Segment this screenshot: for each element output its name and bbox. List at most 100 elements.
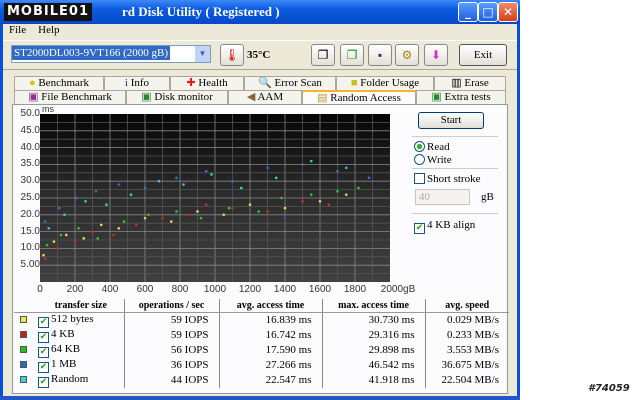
series-color-swatch xyxy=(20,361,27,368)
data-point xyxy=(147,213,150,217)
short-stroke-checkbox[interactable]: Short stroke xyxy=(414,173,480,185)
exit-button[interactable]: Exit xyxy=(459,44,507,66)
data-point xyxy=(161,216,164,220)
data-point xyxy=(336,169,339,173)
series-color-swatch xyxy=(20,331,27,338)
tab-aam[interactable]: ◀ AAM xyxy=(228,90,302,104)
options-icon[interactable]: ⚙ xyxy=(395,44,419,66)
checkbox-icon xyxy=(414,173,425,184)
start-button[interactable]: Start xyxy=(418,112,484,129)
series-checkbox[interactable]: ✔ xyxy=(38,361,49,373)
menu-bar: File Help xyxy=(3,24,517,39)
close-button[interactable]: ✕ xyxy=(498,2,518,22)
tab-disk-monitor[interactable]: ▣ Disk monitor xyxy=(126,90,228,104)
table-row: ✔ 512 bytes 59 IOPS 16.839 ms 30.730 ms 0… xyxy=(14,312,509,328)
data-point xyxy=(318,200,322,203)
radio-selected-icon xyxy=(414,141,425,152)
data-point xyxy=(187,213,191,217)
data-point xyxy=(64,233,68,237)
max-access-value: 46.542 ms xyxy=(321,357,425,373)
health-cross-icon: ✚ xyxy=(186,77,196,89)
x-tick-label: 0 xyxy=(37,284,43,295)
x-tick-label: 1000 xyxy=(203,284,227,295)
avg-access-value: 16.839 ms xyxy=(218,312,322,328)
scatter-plot xyxy=(40,114,390,282)
table-row: ✔ Random 44 IOPS 22.547 ms 41.918 ms 22.5… xyxy=(14,372,509,388)
data-point xyxy=(367,176,371,180)
data-point xyxy=(248,203,252,207)
data-point xyxy=(47,226,51,230)
avg-speed-value: 0.233 MB/s xyxy=(424,327,509,343)
drive-select[interactable]: ST2000DL003-9VT166 (2000 gB) ▼ xyxy=(11,45,211,63)
y-tick-label: 35.0 xyxy=(20,158,40,170)
x-tick-label: 600 xyxy=(136,284,154,295)
x-tick-label: 1800 xyxy=(343,284,367,295)
avg-speed-value: 3.553 MB/s xyxy=(424,342,509,358)
divider xyxy=(412,136,498,137)
data-point xyxy=(199,216,203,220)
tab-file-benchmark[interactable]: ▣ File Benchmark xyxy=(14,90,126,104)
tab-health[interactable]: ✚ Health xyxy=(170,76,244,90)
data-point xyxy=(56,247,59,250)
stroke-size-input[interactable]: 40 xyxy=(415,189,470,205)
data-point xyxy=(52,240,56,243)
post-number: #74059 xyxy=(588,383,630,394)
copy-screenshot-icon[interactable]: ❐ xyxy=(340,44,364,66)
max-access-value: 29.316 ms xyxy=(321,327,425,343)
avg-access-value: 16.742 ms xyxy=(218,327,322,343)
ops-value: 59 IOPS xyxy=(123,312,219,328)
data-point xyxy=(117,226,121,230)
avg-speed-value: 36.675 MB/s xyxy=(424,357,509,373)
series-checkbox[interactable]: ✔ xyxy=(38,376,49,388)
data-point xyxy=(157,179,161,183)
data-point xyxy=(204,203,208,207)
col-ops: operations / sec xyxy=(123,299,219,313)
data-point xyxy=(266,210,269,213)
write-radio[interactable]: Write xyxy=(414,154,452,166)
save-icon[interactable]: ▪ xyxy=(368,44,392,66)
results-table: transfer size operations / sec avg. acce… xyxy=(14,299,509,388)
menu-file[interactable]: File xyxy=(9,24,26,36)
data-point xyxy=(59,233,63,237)
tab-erase[interactable]: ▥ Erase xyxy=(434,76,506,90)
y-tick-label: 40.0 xyxy=(20,141,40,153)
avg-speed-value: 22.504 MB/s xyxy=(424,372,509,388)
tab-error-scan[interactable]: 🔍 Error Scan xyxy=(244,76,336,90)
data-point xyxy=(96,237,100,240)
col-avg-speed: avg. speed xyxy=(424,299,509,313)
col-max-access: max. access time xyxy=(321,299,425,313)
menu-help[interactable]: Help xyxy=(38,24,59,36)
chevron-down-icon[interactable]: ▼ xyxy=(195,46,210,62)
4kb-align-checkbox[interactable]: ✔ 4 KB align xyxy=(414,219,475,234)
table-row: ✔ 4 KB 59 IOPS 16.742 ms 29.316 ms 0.233 … xyxy=(14,327,509,343)
tab-benchmark[interactable]: ● Benchmark xyxy=(14,76,104,90)
y-axis-unit: ms xyxy=(42,104,54,114)
copy-text-icon[interactable]: ❐ xyxy=(311,44,335,66)
tab-folder-usage[interactable]: ■ Folder Usage xyxy=(336,76,434,90)
data-point xyxy=(327,203,331,207)
maximize-button[interactable]: □ xyxy=(478,2,498,22)
tab-extra-tests[interactable]: ▣ Extra tests xyxy=(416,90,506,104)
data-point xyxy=(45,243,49,247)
tab-random-access[interactable]: ▤ Random Access xyxy=(302,90,416,104)
data-point xyxy=(112,233,115,237)
read-radio[interactable]: Read xyxy=(414,141,450,153)
series-checkbox[interactable]: ✔ xyxy=(38,346,49,358)
download-icon[interactable]: ⬇ xyxy=(424,44,448,66)
checkmark-icon: ✔ xyxy=(414,223,425,234)
chart-icon: ▤ xyxy=(317,92,328,104)
minimize-button[interactable]: _ xyxy=(458,2,478,22)
series-checkbox[interactable]: ✔ xyxy=(38,316,49,328)
divider xyxy=(412,213,498,214)
data-point xyxy=(134,223,138,227)
thermometer-icon[interactable]: 🌡 xyxy=(220,44,244,66)
data-point xyxy=(344,166,348,170)
table-row: ✔ 64 KB 56 IOPS 17.590 ms 29.898 ms 3.553… xyxy=(14,342,509,358)
tab-info[interactable]: i Info xyxy=(104,76,170,90)
data-point xyxy=(301,163,304,166)
data-point xyxy=(122,220,126,223)
data-point xyxy=(75,196,79,200)
x-tick-label: 1200 xyxy=(238,284,262,295)
data-point xyxy=(175,176,178,180)
series-checkbox[interactable]: ✔ xyxy=(38,331,49,343)
